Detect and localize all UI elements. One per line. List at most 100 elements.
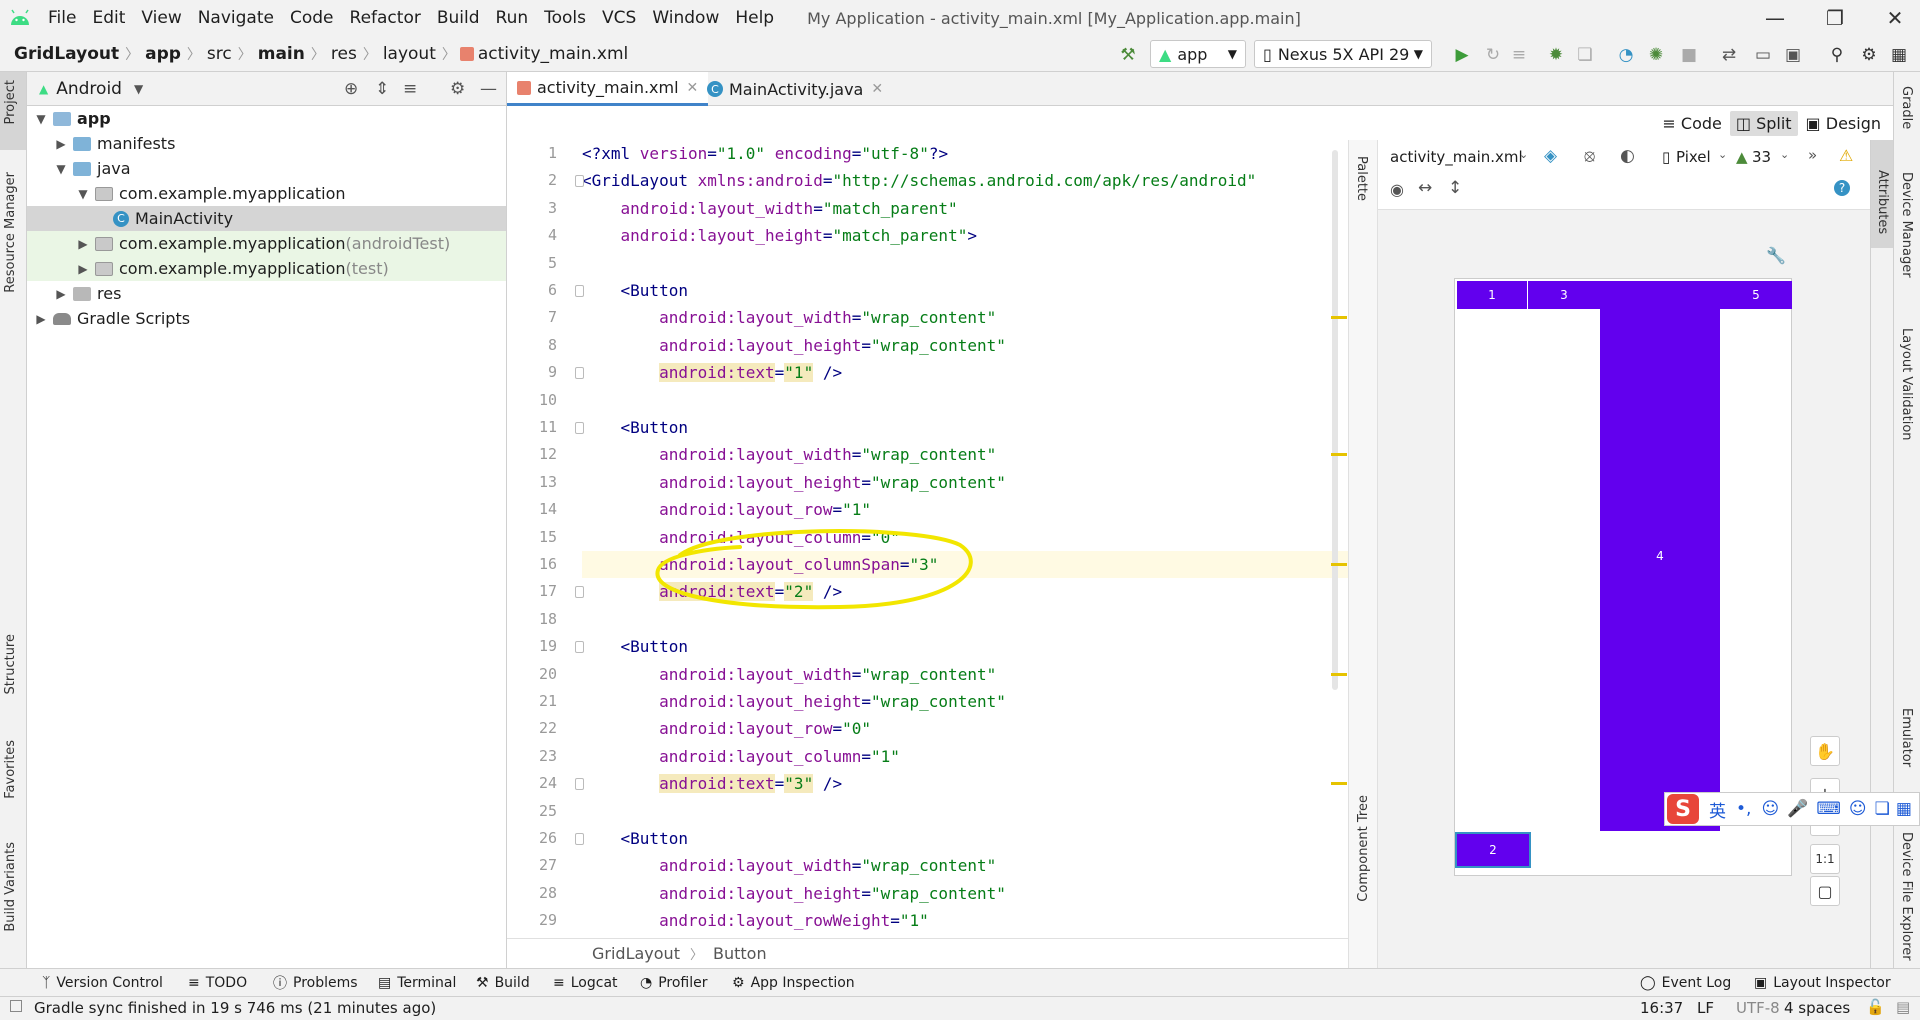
breadcrumb-res[interactable]: res: [325, 44, 363, 64]
fold-marker-icon[interactable]: [575, 367, 584, 380]
sdk-manager-icon[interactable]: ▣: [1782, 44, 1804, 66]
tab-component-tree[interactable]: Component Tree: [1356, 795, 1371, 902]
fold-marker-icon[interactable]: [575, 641, 584, 654]
code-line[interactable]: android:layout_height="wrap_content": [582, 688, 1348, 715]
emoji-icon[interactable]: ☺: [1761, 799, 1779, 819]
tab-resource-manager[interactable]: Resource Manager: [3, 172, 18, 293]
code-line[interactable]: <Button: [582, 277, 1348, 304]
tool-todo[interactable]: ≡ TODO: [188, 969, 247, 997]
code-line[interactable]: android:layout_width="match_parent": [582, 195, 1348, 222]
api-level-selector[interactable]: 33: [1752, 148, 1771, 166]
skin-shirt-icon[interactable]: ❏: [1875, 799, 1890, 819]
eye-icon[interactable]: ◉: [1390, 180, 1404, 199]
tab-activity-main-xml[interactable]: activity_main.xml ✕: [507, 72, 709, 106]
chevron-down-icon[interactable]: ⌄: [1780, 148, 1789, 161]
code-line[interactable]: [582, 250, 1348, 277]
apps-grid-icon[interactable]: ▦: [1896, 799, 1912, 819]
menu-window[interactable]: Window: [644, 8, 727, 28]
code-line[interactable]: <GridLayout xmlns:android="http://schema…: [582, 167, 1348, 194]
tool-event-log[interactable]: ◯ Event Log: [1640, 969, 1731, 997]
gear-icon[interactable]: ⚙: [450, 79, 465, 99]
code-line[interactable]: android:layout_height="wrap_content": [582, 880, 1348, 907]
menu-build[interactable]: Build: [429, 8, 488, 28]
menu-vcs[interactable]: VCS: [594, 8, 644, 28]
run-config-dropdown[interactable]: ▲ app ▼: [1150, 40, 1246, 68]
tool-app-inspection[interactable]: ⚙ App Inspection: [732, 969, 855, 997]
tree-item-package-test[interactable]: ▶ com.example.myapplication (test): [27, 256, 506, 281]
line-separator[interactable]: LF: [1697, 999, 1714, 1017]
status-message[interactable]: Gradle sync finished in 19 s 746 ms (21 …: [34, 999, 436, 1017]
warning-stripe-marker[interactable]: [1331, 672, 1347, 676]
menu-help[interactable]: Help: [727, 8, 782, 28]
tree-item-mainactivity[interactable]: C MainActivity: [27, 206, 506, 231]
warning-stripe-marker[interactable]: [1331, 563, 1347, 566]
code-line[interactable]: android:layout_height="match_parent">: [582, 222, 1348, 249]
horizontal-constraint-icon[interactable]: ↔: [1418, 178, 1432, 198]
tab-layout-validation[interactable]: Layout Validation: [1899, 328, 1914, 441]
code-line[interactable]: android:layout_row="1": [582, 496, 1348, 523]
warning-stripe-marker[interactable]: [1331, 453, 1347, 457]
menu-run[interactable]: Run: [488, 8, 537, 28]
menu-edit[interactable]: Edit: [84, 8, 133, 28]
apply-changes-icon[interactable]: ≡: [1508, 44, 1530, 66]
chevron-down-icon[interactable]: ⌄: [1519, 148, 1528, 161]
code-line[interactable]: android:layout_row="0": [582, 715, 1348, 742]
tool-terminal[interactable]: ▤ Terminal: [378, 969, 456, 997]
hide-icon[interactable]: —: [480, 79, 497, 99]
menu-code[interactable]: Code: [282, 8, 342, 28]
tool-version-control[interactable]: ᛉ Version Control: [42, 969, 163, 997]
fold-marker-icon[interactable]: [575, 586, 584, 599]
tab-mainactivity-java[interactable]: C MainActivity.java ✕: [697, 72, 893, 106]
keyboard-icon[interactable]: ⌨: [1816, 799, 1841, 819]
layout-icon[interactable]: ▦: [1888, 44, 1910, 66]
preview-button-3[interactable]: 3: [1528, 281, 1600, 309]
code-line[interactable]: <?xml version="1.0" encoding="utf-8"?>: [582, 140, 1348, 167]
chevron-right-icon[interactable]: ▶: [33, 312, 49, 326]
tree-item-res[interactable]: ▶ res: [27, 281, 506, 306]
debug-icon[interactable]: ✹: [1545, 44, 1567, 66]
code-line[interactable]: android:text="3" />: [582, 770, 1348, 797]
minimize-icon[interactable]: —: [1745, 0, 1805, 36]
editor-scrollbar[interactable]: [1332, 150, 1338, 690]
close-icon[interactable]: ✕: [1865, 0, 1920, 36]
code-line[interactable]: android:layout_width="wrap_content": [582, 852, 1348, 879]
breadcrumb-main[interactable]: main: [252, 44, 311, 64]
run-icon[interactable]: ▶: [1451, 44, 1473, 66]
lock-icon[interactable]: 🔓: [1866, 998, 1885, 1016]
menu-refactor[interactable]: Refactor: [342, 8, 429, 28]
menu-file[interactable]: File: [40, 8, 84, 28]
tool-logcat[interactable]: ≡ Logcat: [553, 969, 618, 997]
chevron-right-icon[interactable]: ▶: [75, 262, 91, 276]
status-toggle-icon[interactable]: [10, 1000, 22, 1012]
code-line[interactable]: android:layout_rowWeight="1": [582, 907, 1348, 934]
chevron-down-icon[interactable]: ⌄: [1718, 148, 1727, 161]
chevron-down-icon[interactable]: ▼: [75, 187, 91, 201]
preview-device-screen[interactable]: 1 3 4 5 2: [1454, 278, 1792, 876]
chevron-right-icon[interactable]: ▶: [53, 287, 69, 301]
pan-hand-icon[interactable]: ✋: [1810, 736, 1840, 766]
fold-marker-icon[interactable]: [575, 833, 584, 845]
code-line[interactable]: android:layout_width="wrap_content": [582, 661, 1348, 688]
locate-icon[interactable]: ⊕: [344, 79, 358, 99]
rerun-icon[interactable]: ↻: [1482, 44, 1504, 66]
menu-view[interactable]: View: [133, 8, 189, 28]
hammer-build-icon[interactable]: ⚒: [1117, 44, 1139, 66]
indent-setting[interactable]: 4 spaces: [1784, 999, 1850, 1017]
chevron-down-icon[interactable]: ▼: [53, 162, 69, 176]
tool-profiler[interactable]: ◔ Profiler: [640, 969, 708, 997]
breadcrumb-layout[interactable]: layout: [377, 44, 442, 64]
ime-language-toggle[interactable]: 英: [1709, 797, 1726, 822]
code-line[interactable]: android:layout_height="wrap_content": [582, 332, 1348, 359]
view-mode-split[interactable]: ◫ Split: [1729, 110, 1798, 136]
tab-palette[interactable]: Palette: [1354, 156, 1369, 201]
breadcrumb-app[interactable]: app: [139, 44, 187, 64]
preview-button-5[interactable]: 5: [1720, 281, 1792, 309]
stop-icon[interactable]: ■: [1678, 44, 1700, 66]
more-chevron-icon[interactable]: »: [1808, 146, 1817, 164]
fold-marker-icon[interactable]: [575, 285, 584, 297]
zoom-reset-button[interactable]: 1:1: [1810, 844, 1840, 874]
user-icon[interactable]: ☺: [1849, 799, 1867, 819]
layout-file-selector[interactable]: activity_main.xml: [1390, 148, 1523, 166]
menu-tools[interactable]: Tools: [536, 8, 594, 28]
tab-favorites[interactable]: Favorites: [3, 740, 18, 799]
